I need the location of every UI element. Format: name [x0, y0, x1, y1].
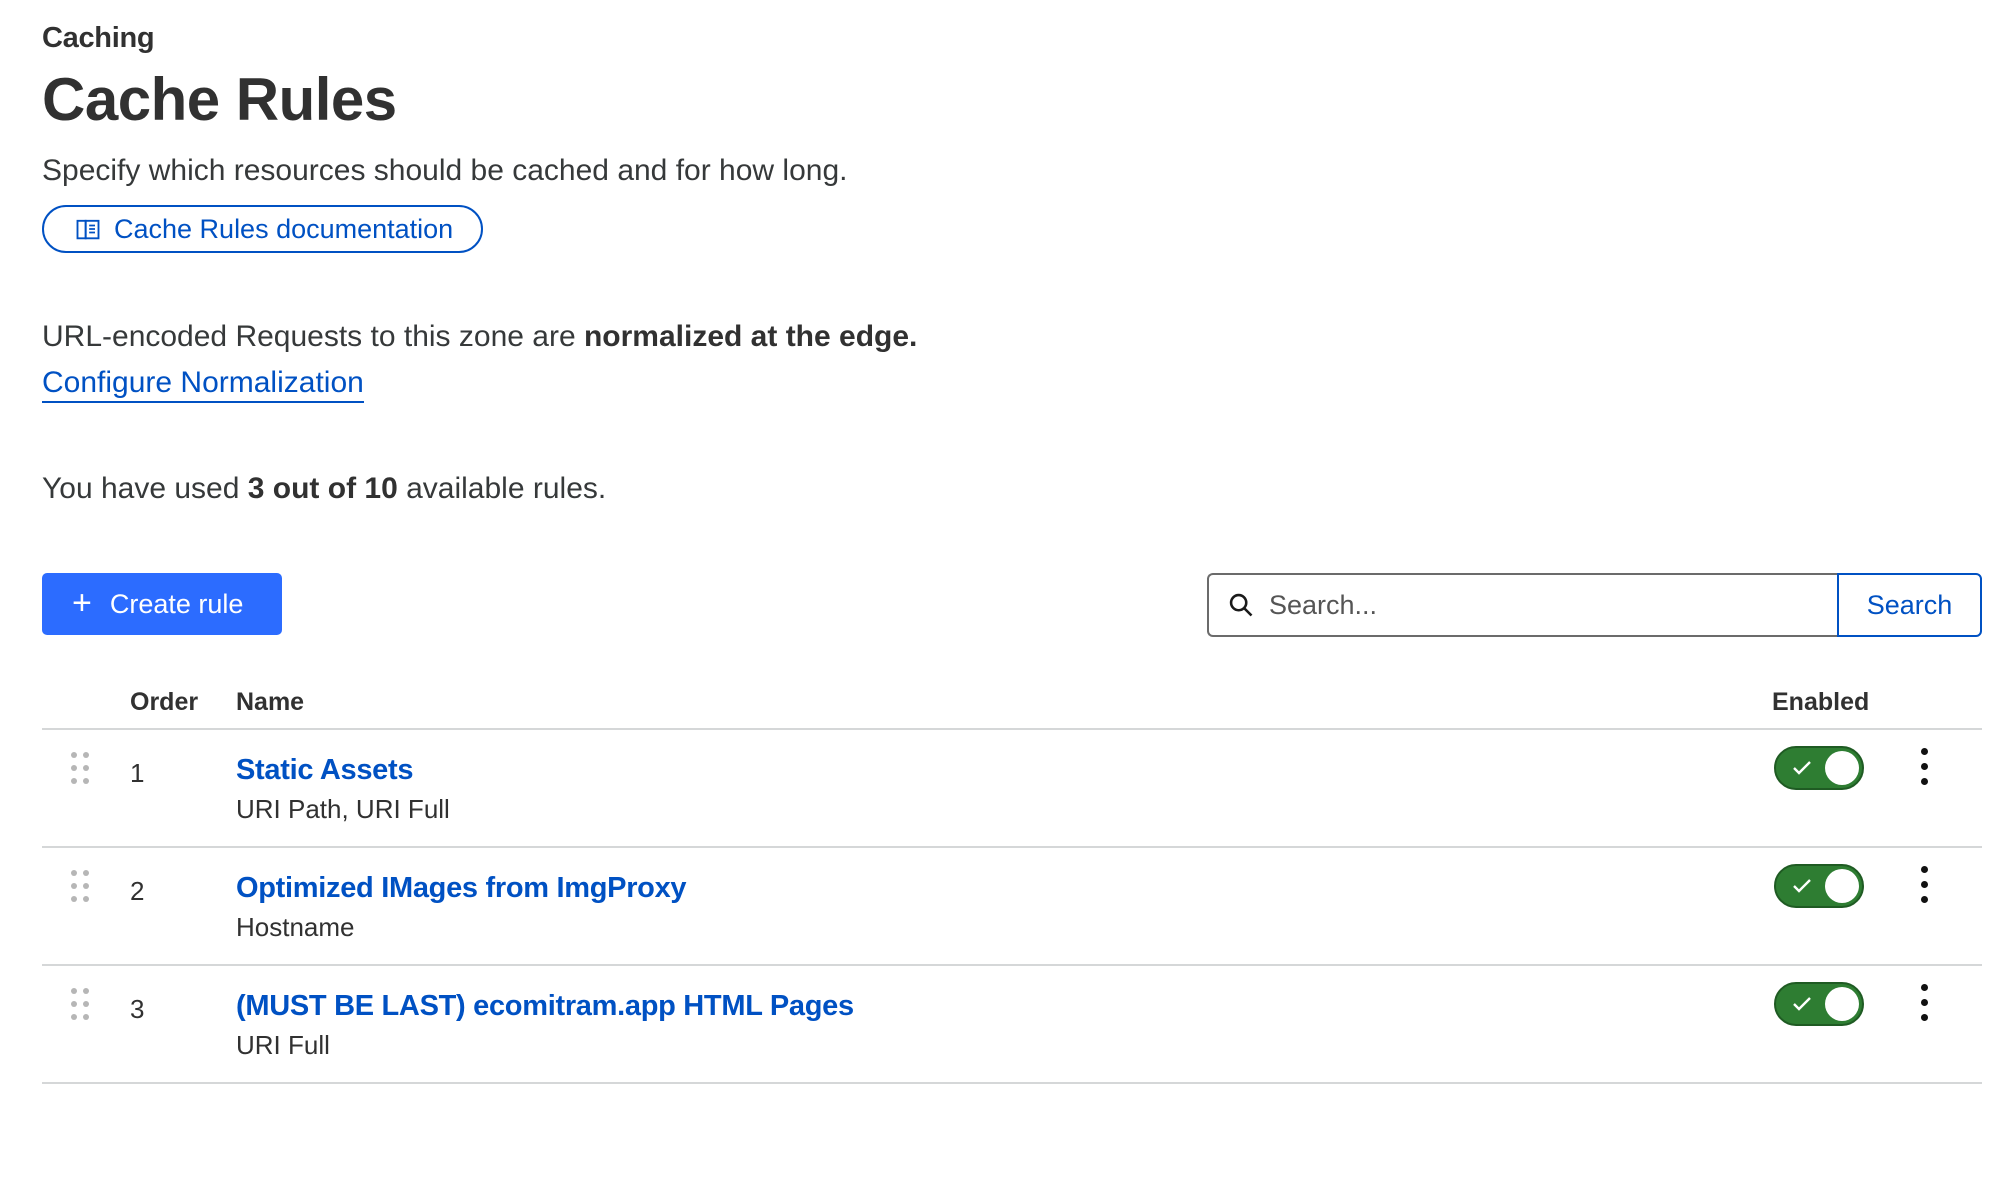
- usage-prefix: You have used: [42, 472, 248, 505]
- rule-order: 1: [130, 758, 145, 788]
- usage-count: 3 out of 10: [247, 472, 398, 505]
- check-icon: [1793, 761, 1811, 775]
- rule-fields: URI Full: [236, 1030, 330, 1060]
- table-row: 1 Static Assets URI Path, URI Full: [42, 730, 1982, 848]
- create-rule-button[interactable]: + Create rule: [42, 573, 282, 635]
- documentation-button[interactable]: Cache Rules documentation: [42, 205, 484, 253]
- column-header-order: Order: [130, 688, 199, 716]
- rule-enabled-toggle[interactable]: [1774, 864, 1864, 908]
- cache-rules-page: Caching Cache Rules Specify which resour…: [42, 0, 1982, 1188]
- usage-suffix: available rules.: [397, 472, 607, 505]
- toggle-knob: [1825, 987, 1859, 1021]
- table-row: 2 Optimized IMages from ImgProxy Hostnam…: [42, 848, 1982, 966]
- column-header-name: Name: [236, 688, 305, 716]
- table-row: 3 (MUST BE LAST) ecomitram.app HTML Page…: [42, 966, 1982, 1084]
- rules-table: Order Name Enabled 1 Static Assets URI P…: [42, 680, 1982, 1084]
- rule-name-link[interactable]: Optimized IMages from ImgProxy: [236, 872, 687, 905]
- column-header-enabled: Enabled: [1772, 688, 1870, 716]
- search-bar: Search: [1207, 573, 1982, 637]
- search-button[interactable]: Search: [1837, 573, 1982, 637]
- drag-handle-icon[interactable]: [71, 988, 91, 1030]
- search-field[interactable]: [1207, 573, 1837, 637]
- rule-enabled-toggle[interactable]: [1774, 746, 1864, 790]
- kebab-menu-icon[interactable]: [1918, 984, 1930, 1024]
- plus-icon: +: [72, 583, 92, 622]
- rule-order: 2: [130, 876, 145, 906]
- rule-fields: URI Path, URI Full: [236, 794, 450, 824]
- drag-handle-icon[interactable]: [71, 752, 91, 794]
- breadcrumb: Caching: [42, 22, 155, 54]
- create-rule-label: Create rule: [109, 588, 244, 619]
- rule-order: 3: [130, 994, 145, 1024]
- kebab-menu-icon[interactable]: [1918, 866, 1930, 906]
- search-input[interactable]: [1267, 588, 1837, 622]
- rule-name-link[interactable]: (MUST BE LAST) ecomitram.app HTML Pages: [236, 990, 854, 1023]
- normalization-notice: URL-encoded Requests to this zone are no…: [42, 320, 917, 354]
- normalization-bold: normalized at the edge.: [583, 320, 918, 353]
- rule-enabled-toggle[interactable]: [1774, 982, 1864, 1026]
- rules-usage: You have used 3 out of 10 available rule…: [42, 472, 606, 506]
- search-icon: [1229, 593, 1253, 617]
- configure-normalization-link[interactable]: Configure Normalization: [42, 366, 364, 403]
- check-icon: [1793, 879, 1811, 893]
- toggle-knob: [1825, 869, 1859, 903]
- table-header: Order Name Enabled: [42, 680, 1982, 730]
- toggle-knob: [1825, 751, 1859, 785]
- drag-handle-icon[interactable]: [71, 870, 91, 912]
- page-subtitle: Specify which resources should be cached…: [42, 154, 848, 187]
- rule-fields: Hostname: [236, 912, 355, 942]
- page-title: Cache Rules: [42, 66, 397, 133]
- documentation-button-label: Cache Rules documentation: [114, 213, 454, 244]
- rule-name-link[interactable]: Static Assets: [236, 754, 413, 787]
- normalization-text: URL-encoded Requests to this zone are: [42, 320, 584, 353]
- kebab-menu-icon[interactable]: [1918, 748, 1930, 788]
- check-icon: [1793, 997, 1811, 1011]
- book-icon: [76, 219, 100, 240]
